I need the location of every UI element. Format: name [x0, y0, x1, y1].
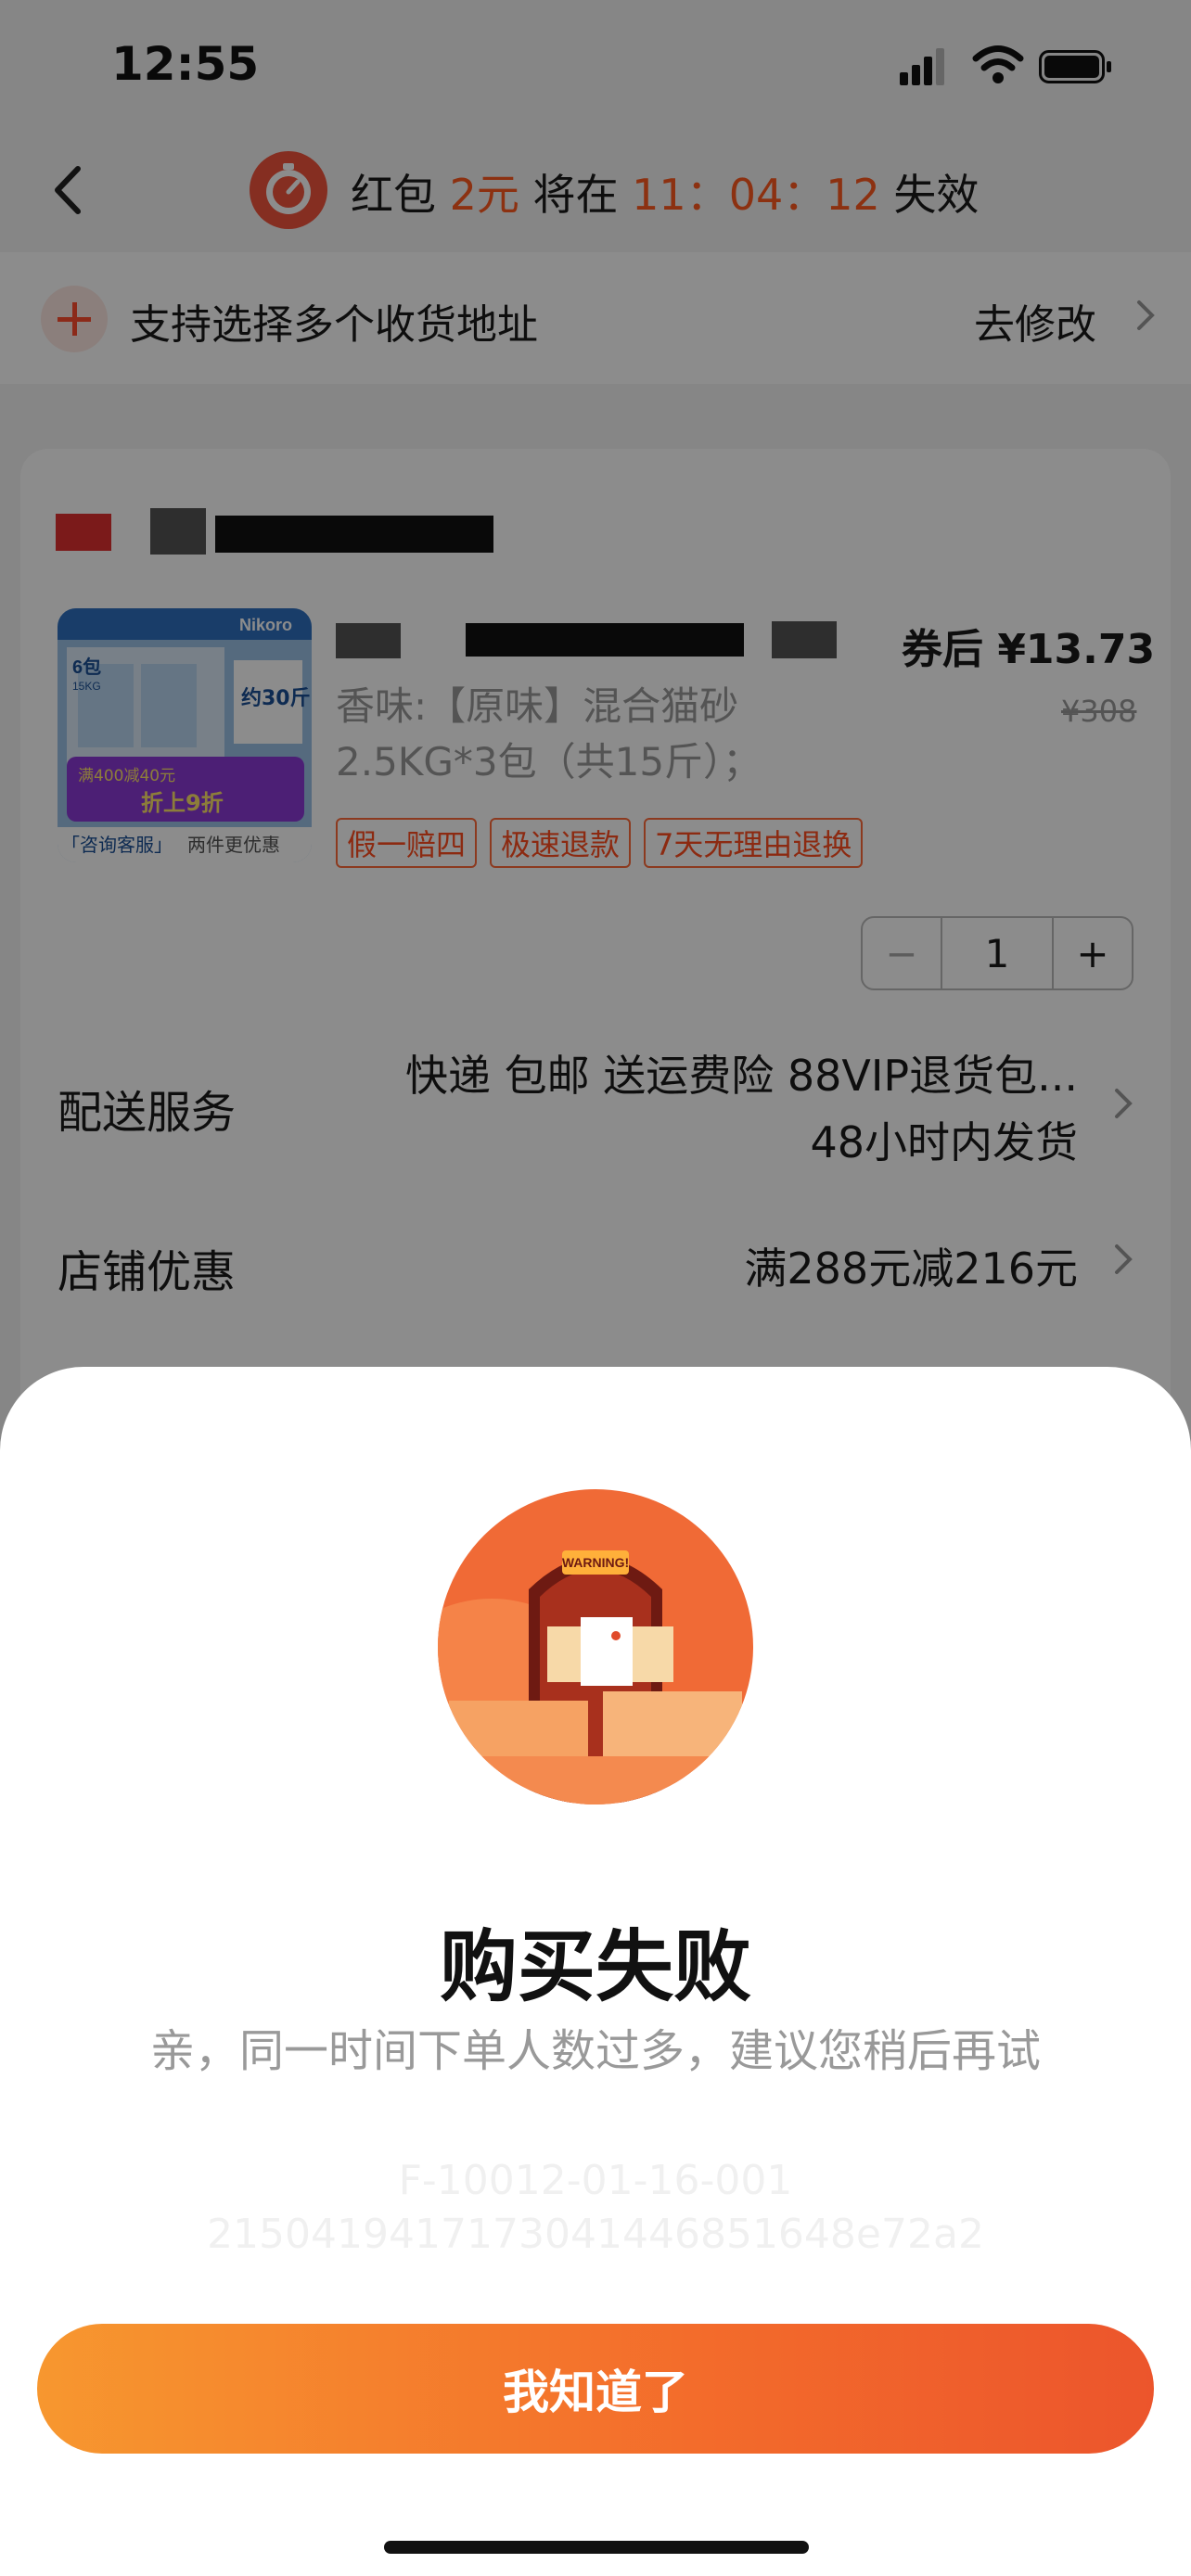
trace-id: 2150419417173041446851648e72a2: [207, 2211, 984, 2258]
illustration-warning-text: WARNING!: [562, 1555, 629, 1570]
error-code: F-10012-01-16-001: [398, 2157, 793, 2204]
warning-boxes-illustration: WARNING!: [438, 1489, 753, 1804]
order-confirm-page: 12:55 红包 2元 将在 11：04：12 失效 支持选择多个收货地址 去修…: [0, 0, 1191, 2576]
modal-title: 购买失败: [439, 1921, 751, 2012]
purchase-failed-sheet: WARNING! 购买失败 亲，同一时间下单人数过多，建议您稍后再试 F-100…: [0, 1367, 1191, 2576]
acknowledge-button[interactable]: 我知道了: [37, 2324, 1154, 2454]
home-indicator[interactable]: [384, 2541, 809, 2554]
modal-message: 亲，同一时间下单人数过多，建议您稍后再试: [149, 2025, 1041, 2077]
